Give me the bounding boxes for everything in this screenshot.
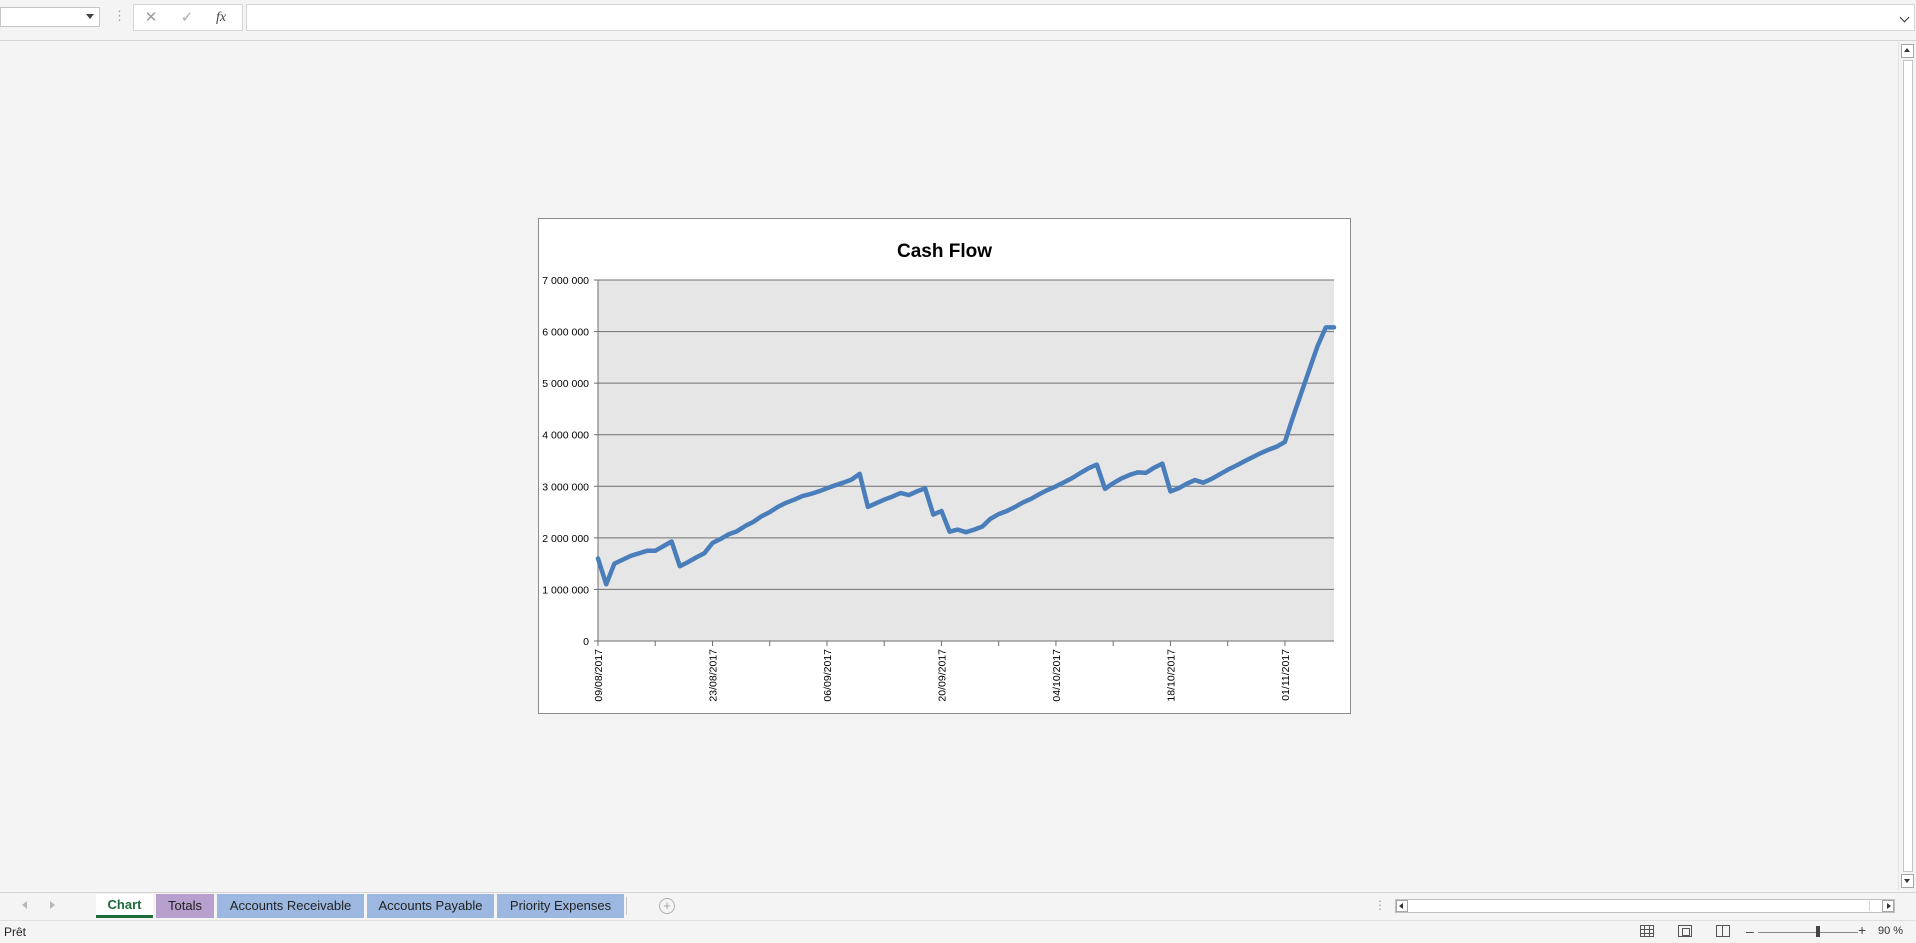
scroll-down-arrow-icon[interactable] [1901,874,1914,888]
tab-totals[interactable]: Totals [156,894,214,918]
tab-separator [626,897,627,915]
y-tick-label: 0 [583,636,589,648]
expand-formula-chevron-icon[interactable] [1899,12,1910,23]
x-tick-label: 09/08/2017 [593,649,605,702]
plot-area [598,280,1334,641]
chart-svg: 0 1 000 000 2 000 000 3 000 000 4 000 000 5 0… [542,275,1337,702]
tab-chart[interactable]: Chart [96,894,153,918]
cancel-icon[interactable]: ✕ [141,9,161,27]
zoom-slider[interactable] [1758,932,1858,933]
tab-splitter-dots-icon[interactable]: ⋮ [1374,898,1386,912]
next-sheet-arrow-icon[interactable] [50,901,55,909]
y-tick-label: 1 000 000 [542,584,589,596]
horizontal-scrollbar[interactable] [1395,899,1895,913]
x-tick-label: 06/09/2017 [822,649,834,702]
zoom-out-icon[interactable]: – [1746,923,1754,939]
normal-view-icon[interactable] [1640,925,1654,937]
y-tick-label: 5 000 000 [542,378,589,390]
zoom-in-icon[interactable]: + [1858,922,1866,938]
x-tick-label: 23/08/2017 [707,649,719,702]
formula-buttons: ✕ ✓ fx [133,4,243,31]
x-tick-label: 01/11/2017 [1280,649,1292,701]
y-tick-label: 6 000 000 [542,327,589,339]
y-tick-label: 3 000 000 [542,481,589,493]
sheet-tab-bar: Chart Totals Accounts Receivable Account… [0,892,1916,921]
chevron-down-icon[interactable] [86,14,94,19]
zoom-level[interactable]: 90 % [1878,925,1903,937]
formula-input[interactable] [246,4,1915,31]
scroll-up-arrow-icon[interactable] [1901,44,1914,58]
zoom-slider-thumb[interactable] [1815,926,1820,937]
tab-accounts-payable[interactable]: Accounts Payable [367,894,494,918]
chart-area[interactable]: 0 1 000 000 2 000 000 3 000 000 4 000 000 5 0… [538,218,1351,714]
y-tick-label: 7 000 000 [542,275,589,287]
more-options-dots-icon[interactable]: ⋮ [113,9,126,23]
add-sheet-icon[interactable]: + [659,898,675,914]
x-tick-label: 04/10/2017 [1051,649,1063,702]
vertical-scrollbar[interactable] [1898,42,1916,890]
enter-icon[interactable]: ✓ [177,9,197,27]
x-tick-label: 20/09/2017 [936,649,948,702]
scroll-right-arrow-icon[interactable] [1882,900,1894,912]
name-box[interactable] [0,7,100,27]
tab-accounts-receivable[interactable]: Accounts Receivable [217,894,364,918]
scroll-left-arrow-icon[interactable] [1396,900,1408,912]
tab-priority-expenses[interactable]: Priority Expenses [497,894,624,918]
status-bar: Prêt – + 90 % [0,920,1916,943]
y-tick-label: 2 000 000 [542,533,589,545]
previous-sheet-arrow-icon[interactable] [22,901,27,909]
status-text: Prêt [4,925,27,939]
vertical-scroll-thumb[interactable] [1903,60,1913,872]
horizontal-scroll-thumb[interactable] [1409,901,1870,911]
formula-bar: ⋮ ✕ ✓ fx [0,0,1916,41]
page-break-view-icon[interactable] [1716,925,1730,937]
x-tick-label: 18/10/2017 [1165,649,1177,702]
insert-function-icon[interactable]: fx [211,9,231,27]
chart-title: Cash Flow [896,241,992,262]
page-layout-view-icon[interactable] [1678,925,1692,937]
y-tick-label: 4 000 000 [542,430,589,442]
